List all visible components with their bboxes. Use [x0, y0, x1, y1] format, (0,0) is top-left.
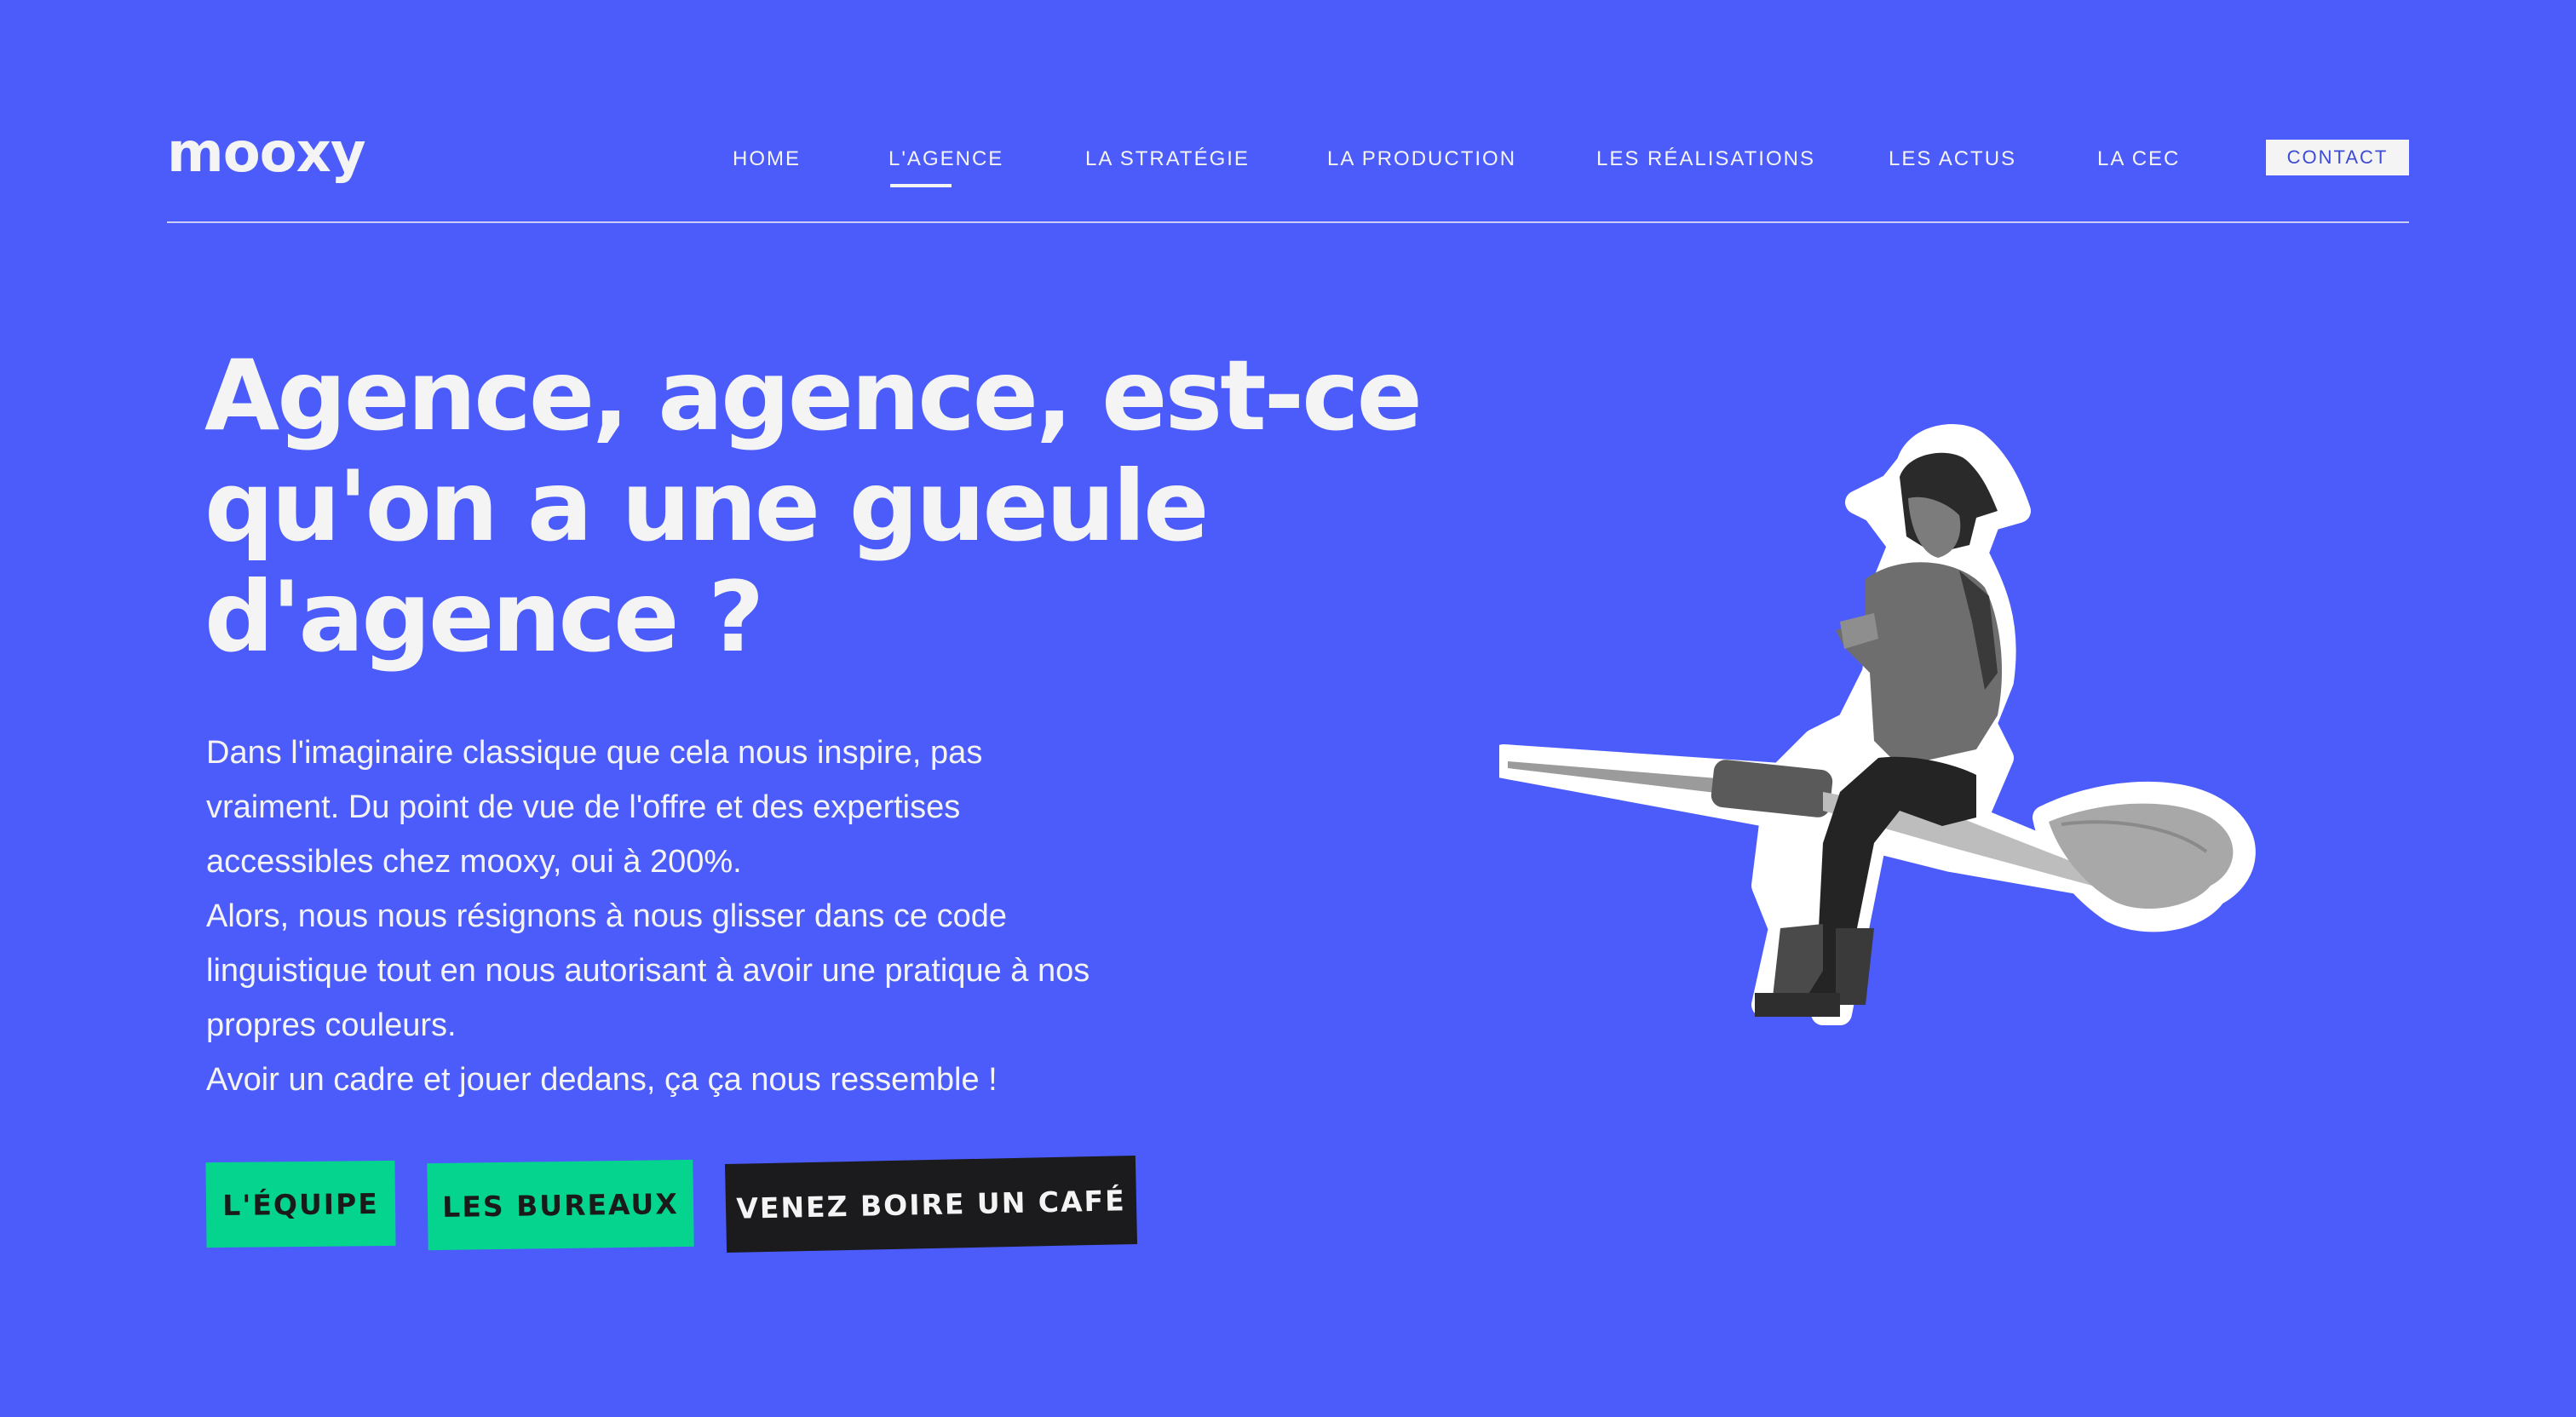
hero-paragraph: Dans l'imaginaire classique que cela nou…: [206, 735, 983, 880]
nav-item-cec[interactable]: LA CEC: [2097, 146, 2180, 172]
contact-button[interactable]: CONTACT: [2266, 140, 2409, 175]
nav-item-agence[interactable]: L'AGENCE: [888, 146, 1003, 187]
nav-item-production[interactable]: LA PRODUCTION: [1327, 146, 1516, 172]
hero-paragraph: Avoir un cadre et jouer dedans, ça ça no…: [206, 1062, 998, 1098]
coffee-button[interactable]: VENEZ BOIRE UN CAFÉ: [724, 1155, 1138, 1254]
nav-item-home[interactable]: HOME: [733, 146, 801, 172]
nav-item-actus[interactable]: LES ACTUS: [1889, 146, 2016, 172]
nav-item-realisations[interactable]: LES RÉALISATIONS: [1596, 146, 1815, 172]
main-nav: HOME L'AGENCE LA STRATÉGIE LA PRODUCTION…: [0, 146, 2576, 187]
offices-button[interactable]: LES BUREAUX: [427, 1159, 694, 1251]
hero-paragraph: Alors, nous nous résignons à nous glisse…: [206, 898, 1090, 1043]
team-button[interactable]: L'ÉQUIPE: [205, 1160, 396, 1248]
nav-item-strategie[interactable]: LA STRATÉGIE: [1085, 146, 1250, 172]
header-divider: [167, 221, 2409, 223]
hero-title: Agence, agence, est-ce qu'on a une gueul…: [204, 339, 1423, 674]
cowboy-riding-dart-illustration: [1499, 424, 2256, 1025]
hero-description: Dans l'imaginaire classique que cela nou…: [206, 726, 1109, 1107]
